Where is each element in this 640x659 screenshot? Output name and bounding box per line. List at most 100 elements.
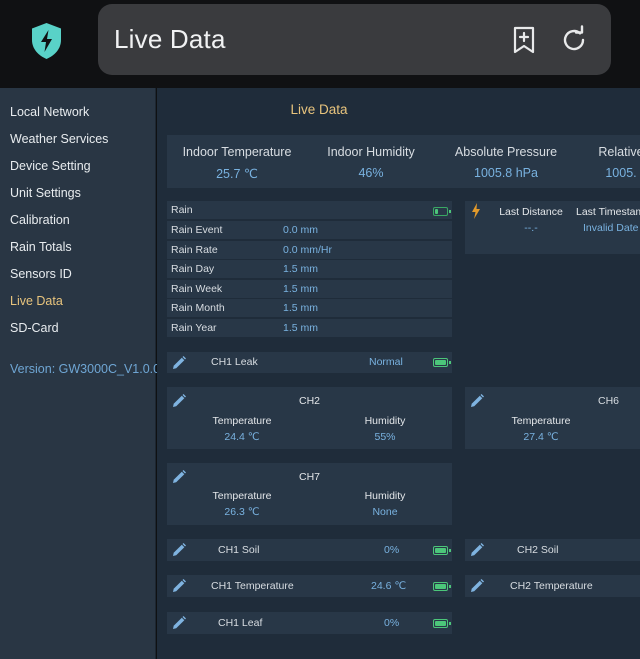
battery-icon [433, 546, 451, 555]
indoor-humidity-value: 46% [358, 166, 384, 180]
soil2-sensor-card: CH2 Soil [465, 539, 640, 561]
leaf1-sensor-name: CH1 Leaf [218, 617, 263, 629]
rain-row-value: 1.5 mm [283, 282, 319, 295]
rain-row-month: Rain Month 1.5 mm [167, 299, 452, 319]
relative-pressure: Relative 1005. [576, 145, 640, 180]
sidebar-item-rain-totals[interactable]: Rain Totals [10, 240, 72, 254]
sidebar-item-unit-settings[interactable]: Unit Settings [10, 186, 81, 200]
rain-row-label: Rain Rate [171, 243, 218, 256]
rain-row-value: 0.0 mm/Hr [283, 243, 333, 256]
indoor-humidity: Indoor Humidity 46% [301, 145, 441, 180]
firmware-version: Version: GW3000C_V1.0.0 [10, 362, 161, 376]
rain-card: Rain Rain Event 0.0 mm Rain Rate 0.0 mm/… [167, 201, 452, 339]
sidebar-item-local-network[interactable]: Local Network [10, 105, 89, 119]
indoor-temperature: Indoor Temperature 25.7 ℃ [167, 145, 307, 181]
indoor-humidity-label: Indoor Humidity [327, 145, 415, 159]
shield-bolt-icon[interactable] [30, 22, 63, 60]
relative-pressure-value: 1005. [605, 166, 637, 180]
sidebar-item-device-setting[interactable]: Device Setting [10, 159, 91, 173]
edit-icon[interactable] [469, 393, 485, 409]
edit-icon[interactable] [469, 542, 485, 558]
sidebar: Local Network Weather Services Device Se… [0, 88, 160, 659]
temp2-sensor-card: CH2 Temperature [465, 575, 640, 597]
ch7-humidity-label: Humidity [364, 490, 406, 502]
absolute-pressure-label: Absolute Pressure [454, 145, 558, 159]
sidebar-item-calibration[interactable]: Calibration [10, 213, 70, 227]
ch6-temperature-label: Temperature [511, 415, 571, 427]
sidebar-item-sd-card[interactable]: SD-Card [10, 321, 59, 335]
rain-header: Rain [167, 201, 452, 221]
rain-row-value: 1.5 mm [283, 263, 319, 275]
edit-icon[interactable] [469, 578, 485, 594]
browser-toolbar: Live Data [0, 0, 640, 88]
edit-icon[interactable] [171, 355, 187, 371]
temp1-sensor-value: 24.6 ℃ [371, 580, 407, 592]
main-content: Live Data Indoor Temperature 25.7 ℃ Indo… [157, 88, 640, 659]
ch7-humidity-value: None [372, 506, 398, 518]
edit-icon[interactable] [171, 578, 187, 594]
rain-row-label: Rain Day [171, 263, 215, 275]
battery-icon [433, 207, 451, 216]
rain-row-value: 0.0 mm [283, 224, 319, 236]
ch2-humidity-label: Humidity [364, 415, 406, 427]
indoor-temperature-value: 25.7 ℃ [216, 167, 258, 181]
soil1-sensor-value: 0% [384, 544, 400, 556]
rain-row-event: Rain Event 0.0 mm [167, 221, 452, 241]
indoor-temperature-label: Indoor Temperature [182, 145, 292, 159]
rain-row-label: Rain Year [171, 321, 217, 334]
leaf1-sensor-value: 0% [384, 617, 400, 629]
soil1-sensor-card: CH1 Soil 0% [167, 539, 452, 561]
ch2-temperature-value: 24.4 ℃ [224, 431, 260, 443]
sidebar-item-sensors-id[interactable]: Sensors ID [10, 267, 72, 281]
rain-row-label: Rain Week [171, 282, 223, 295]
leak-sensor-name: CH1 Leak [211, 356, 258, 368]
sidebar-item-live-data[interactable]: Live Data [10, 294, 63, 308]
lightning-bolt-icon [472, 203, 480, 219]
rain-row-year: Rain Year 1.5 mm [167, 318, 452, 338]
absolute-pressure-value: 1005.8 hPa [474, 166, 538, 180]
battery-icon [433, 582, 451, 591]
rain-row-day: Rain Day 1.5 mm [167, 260, 452, 280]
rain-row-label: Rain Event [171, 224, 223, 236]
ch7-sensor-name: CH7 [298, 471, 320, 483]
ch2-sensor-card: CH2 Temperature 24.4 ℃ Humidity 55% [167, 387, 452, 449]
leak-sensor-card: CH1 Leak Normal [167, 352, 452, 373]
last-timestamp-value: Invalid Date [583, 222, 639, 234]
temp1-sensor-name: CH1 Temperature [211, 580, 294, 592]
sidebar-item-weather-services[interactable]: Weather Services [10, 132, 108, 146]
ch2-temperature-label: Temperature [212, 415, 272, 427]
rain-title: Rain [171, 204, 193, 216]
rain-row-value: 1.5 mm [283, 302, 319, 314]
indoor-summary-card: Indoor Temperature 25.7 ℃ Indoor Humidit… [167, 135, 640, 188]
page-title: Live Data [290, 102, 348, 117]
absolute-pressure: Absolute Pressure 1005.8 hPa [436, 145, 576, 180]
ch7-temperature-label: Temperature [212, 490, 272, 502]
battery-icon [433, 358, 451, 367]
bookmark-add-icon[interactable] [508, 24, 540, 56]
ch6-temperature-value: 27.4 ℃ [523, 431, 559, 443]
ch2-sensor-name: CH2 [298, 395, 320, 407]
temp2-sensor-name: CH2 Temperature [510, 580, 593, 592]
rain-row-value: 1.5 mm [283, 321, 319, 334]
relative-pressure-label: Relative [598, 145, 640, 159]
reload-icon[interactable] [558, 24, 590, 56]
soil2-sensor-name: CH2 Soil [517, 544, 559, 556]
address-bar-title: Live Data [114, 24, 226, 54]
battery-icon [433, 619, 451, 628]
temp1-sensor-card: CH1 Temperature 24.6 ℃ [167, 575, 452, 597]
ch7-sensor-card: CH7 Temperature 26.3 ℃ Humidity None [167, 463, 452, 525]
rain-row-label: Rain Month [171, 302, 225, 314]
last-timestamp-label: Last Timestam [576, 206, 640, 218]
ch7-temperature-value: 26.3 ℃ [224, 506, 260, 518]
rain-row-week: Rain Week 1.5 mm [167, 279, 452, 299]
leak-sensor-value: Normal [369, 356, 403, 368]
ch6-sensor-card: CH6 Temperature 27.4 ℃ [465, 387, 640, 449]
address-bar[interactable]: Live Data [98, 4, 611, 75]
edit-icon[interactable] [171, 542, 187, 558]
rain-row-rate: Rain Rate 0.0 mm/Hr [167, 240, 452, 260]
last-distance-value: --.- [524, 222, 538, 234]
ch2-humidity-value: 55% [374, 431, 396, 443]
leaf1-sensor-card: CH1 Leaf 0% [167, 612, 452, 634]
edit-icon[interactable] [171, 615, 187, 631]
last-distance-label: Last Distance [499, 206, 563, 218]
